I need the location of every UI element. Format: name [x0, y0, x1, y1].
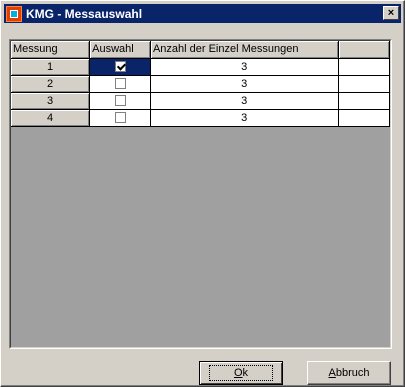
empty-cell[interactable] — [338, 109, 391, 127]
auswahl-checkbox[interactable] — [114, 112, 126, 124]
table-row[interactable]: 13 — [11, 58, 391, 76]
auswahl-cell[interactable] — [89, 92, 151, 110]
table-row[interactable]: 33 — [11, 92, 391, 110]
grid-table: Messung Auswahl Anzahl der Einzel Messun… — [11, 41, 391, 127]
close-button[interactable]: × — [383, 6, 399, 20]
row-number-cell[interactable]: 2 — [11, 75, 91, 93]
cancel-button[interactable]: Abbruch — [307, 361, 391, 385]
app-icon[interactable] — [6, 5, 22, 22]
column-header-anzahl[interactable]: Anzahl der Einzel Messungen — [150, 41, 339, 59]
measurement-grid[interactable]: Messung Auswahl Anzahl der Einzel Messun… — [9, 39, 392, 349]
ok-button[interactable]: Ok — [199, 361, 283, 385]
ok-focus-rect: Ok — [208, 365, 274, 381]
anzahl-cell[interactable]: 3 — [150, 109, 339, 127]
auswahl-checkbox[interactable] — [114, 61, 126, 73]
row-number-cell[interactable]: 3 — [11, 92, 91, 110]
row-number-cell[interactable]: 1 — [11, 58, 91, 76]
auswahl-checkbox[interactable] — [114, 95, 126, 107]
window-title: KMG - Messauswahl — [26, 6, 143, 21]
row-number-cell[interactable]: 4 — [11, 109, 91, 127]
anzahl-cell[interactable]: 3 — [150, 92, 339, 110]
auswahl-checkbox[interactable] — [114, 78, 126, 90]
empty-cell[interactable] — [338, 92, 391, 110]
table-row[interactable]: 43 — [11, 109, 391, 127]
empty-cell[interactable] — [338, 58, 391, 76]
table-row[interactable]: 23 — [11, 75, 391, 93]
empty-cell[interactable] — [338, 75, 391, 93]
auswahl-cell[interactable] — [89, 58, 151, 76]
anzahl-cell[interactable]: 3 — [150, 58, 339, 76]
column-header-empty — [338, 41, 391, 59]
title-bar[interactable]: KMG - Messauswahl × — [4, 4, 401, 23]
column-header-auswahl[interactable]: Auswahl — [89, 41, 151, 59]
column-header-messung[interactable]: Messung — [11, 41, 91, 59]
dialog-window: KMG - Messauswahl × Messung Auswahl Anza… — [0, 0, 405, 387]
anzahl-cell[interactable]: 3 — [150, 75, 339, 93]
auswahl-cell[interactable] — [89, 109, 151, 127]
close-icon: × — [387, 6, 395, 19]
grid-header-row: Messung Auswahl Anzahl der Einzel Messun… — [11, 41, 391, 59]
auswahl-cell[interactable] — [89, 75, 151, 93]
